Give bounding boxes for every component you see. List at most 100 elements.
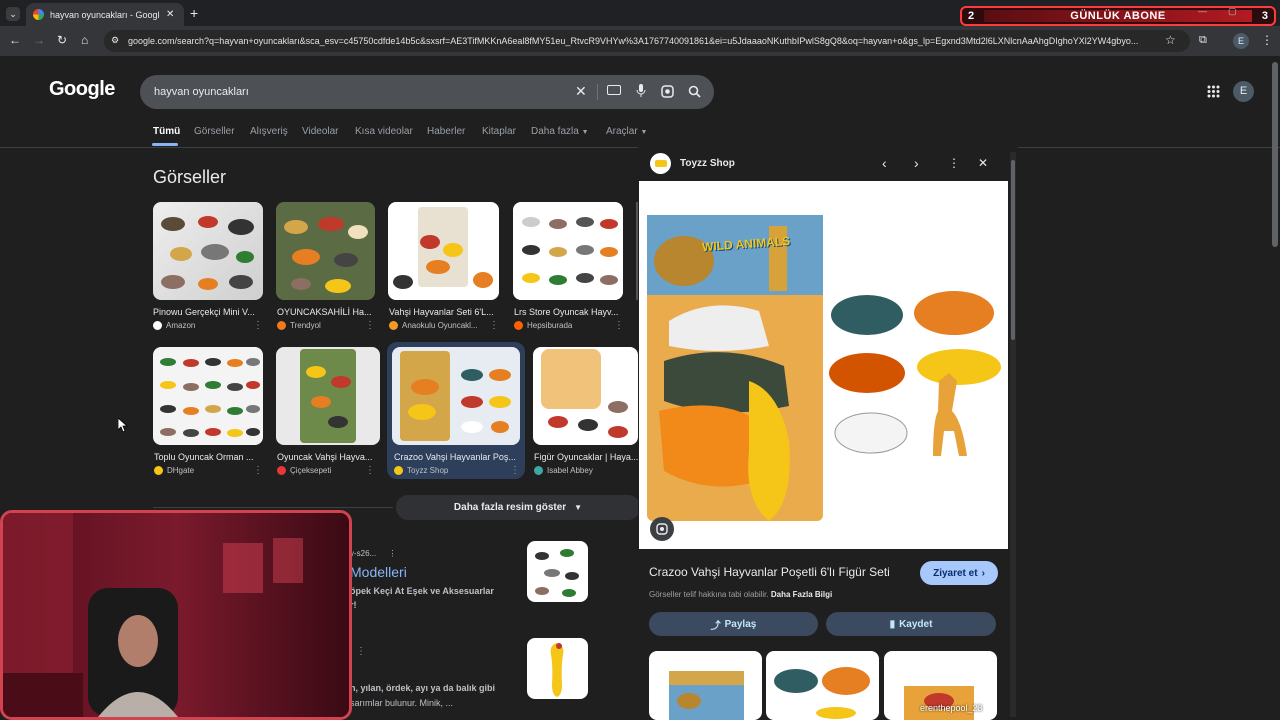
result-thumbnail[interactable]: [527, 541, 588, 602]
chevron-right-icon: ›: [981, 567, 985, 579]
browser-tab[interactable]: hayvan oyuncakları - Google'da ✕: [26, 3, 184, 26]
search-input[interactable]: hayvan oyuncakları: [140, 75, 714, 109]
reload-icon[interactable]: ↻: [57, 33, 67, 47]
home-icon[interactable]: ⌂: [81, 33, 88, 47]
microphone-icon[interactable]: [636, 84, 646, 98]
trendyol-icon: [277, 321, 286, 330]
previous-icon[interactable]: ‹: [882, 155, 887, 171]
more-options-icon[interactable]: ⋮: [253, 320, 263, 331]
image-result[interactable]: [276, 202, 375, 300]
tab-images[interactable]: Görseller: [194, 126, 235, 137]
search-icon[interactable]: [688, 85, 701, 98]
visit-button[interactable]: Ziyaret et ›: [920, 561, 998, 585]
page-scroll-thumb[interactable]: [1272, 62, 1278, 247]
image-source[interactable]: Trendyol: [277, 321, 363, 330]
image-result[interactable]: [276, 347, 380, 445]
extensions-icon[interactable]: ⧉: [1199, 34, 1207, 47]
minimize-icon[interactable]: —: [1198, 6, 1207, 16]
image-caption[interactable]: Oyuncak Vahşi Hayva...: [277, 452, 373, 462]
share-label: Paylaş: [724, 618, 757, 630]
tab-more[interactable]: Daha fazla ▼: [531, 126, 589, 137]
save-button[interactable]: ▮ Kaydet: [826, 612, 996, 636]
image-source[interactable]: Amazon: [153, 321, 253, 330]
image-source[interactable]: Hepsiburada: [514, 321, 610, 330]
more-options-icon[interactable]: ⋮: [614, 320, 624, 331]
show-more-images-button[interactable]: Daha fazla resim göster ▼: [396, 495, 640, 520]
image-result[interactable]: [533, 347, 638, 445]
more-info-link[interactable]: Daha Fazla Bilgi: [771, 590, 832, 599]
image-result[interactable]: [513, 202, 623, 300]
forward-icon[interactable]: →: [33, 33, 45, 47]
panel-source-name[interactable]: Toyzz Shop: [680, 158, 735, 169]
keyboard-icon[interactable]: [607, 85, 621, 95]
source-name: Çiçeksepeti: [290, 466, 332, 475]
image-caption[interactable]: Vahşi Hayvanlar Seti 6'L...: [389, 307, 497, 317]
image-source[interactable]: Isabel Abbey: [534, 466, 630, 475]
more-options-icon[interactable]: ⋮: [388, 549, 396, 558]
lens-search-icon[interactable]: [650, 517, 674, 541]
image-result[interactable]: [153, 347, 263, 445]
account-avatar[interactable]: E: [1233, 81, 1254, 102]
tab-search-button[interactable]: ⌄: [6, 7, 20, 21]
panel-scroll-thumb[interactable]: [1011, 160, 1015, 340]
site-info-icon[interactable]: ⚙: [111, 35, 119, 46]
panel-title[interactable]: Crazoo Vahşi Hayvanlar Poşetli 6'lı Figü…: [649, 565, 890, 579]
tab-shopping[interactable]: Alışveriş: [250, 126, 288, 137]
image-result[interactable]: [388, 202, 499, 300]
clear-search-icon[interactable]: ✕: [575, 83, 587, 100]
related-image[interactable]: [649, 651, 762, 720]
browser-menu-icon[interactable]: ⋮: [1261, 33, 1273, 47]
more-options-icon[interactable]: ⋮: [356, 646, 366, 657]
tab-tools-label: Araçlar: [606, 126, 638, 137]
image-source[interactable]: Çiçeksepeti: [277, 466, 363, 475]
bookmark-star-icon[interactable]: ☆: [1165, 33, 1176, 47]
image-source[interactable]: Anaokulu Oyuncakl...: [389, 321, 487, 330]
tab-news[interactable]: Haberler: [427, 126, 465, 137]
close-panel-icon[interactable]: ✕: [978, 156, 988, 170]
related-image[interactable]: [766, 651, 879, 720]
more-options-icon[interactable]: ⋮: [948, 156, 960, 170]
hepsiburada-icon: [514, 321, 523, 330]
new-tab-icon[interactable]: +: [190, 5, 198, 21]
image-caption[interactable]: Pinowu Gerçekçi Mini V...: [153, 307, 263, 317]
next-icon[interactable]: ›: [914, 155, 919, 171]
more-options-icon[interactable]: ⋮: [365, 465, 375, 476]
search-query: hayvan oyuncakları: [154, 86, 249, 98]
image-caption[interactable]: Toplu Oyuncak Orman ...: [154, 452, 262, 462]
more-options-icon[interactable]: ⋮: [253, 465, 263, 476]
more-options-icon[interactable]: ⋮: [510, 465, 520, 476]
more-options-icon[interactable]: ⋮: [365, 320, 375, 331]
tab-more-label: Daha fazla: [531, 126, 579, 137]
image-result[interactable]: [153, 202, 263, 300]
share-button[interactable]: ⤴ Paylaş: [649, 612, 818, 636]
result-title-link[interactable]: Modelleri: [350, 564, 407, 580]
maximize-icon[interactable]: ▢: [1228, 6, 1237, 17]
result-snippet: n, yılan, ördek, ayı ya da balık gibi: [350, 683, 496, 693]
copyright-text: Görseller telif hakkına tabi olabilir.: [649, 590, 769, 599]
image-source[interactable]: DHgate: [154, 466, 250, 475]
apps-grid-icon[interactable]: [1207, 85, 1220, 98]
tab-books[interactable]: Kitaplar: [482, 126, 516, 137]
result-thumbnail[interactable]: [527, 638, 588, 699]
image-caption[interactable]: OYUNCAKSAHİLİ Ha...: [277, 307, 373, 317]
image-caption[interactable]: Figür Oyuncaklar | Haya...: [534, 452, 638, 462]
lens-icon[interactable]: [661, 85, 674, 98]
overlay-right-count: 3: [1261, 10, 1268, 22]
tab-short-videos[interactable]: Kısa videolar: [355, 126, 413, 137]
tab-all[interactable]: Tümü: [153, 126, 180, 137]
source-name: Trendyol: [290, 321, 321, 330]
address-bar[interactable]: google.com/search?q=hayvan+oyuncakları&s…: [104, 30, 1190, 52]
close-tab-icon[interactable]: ✕: [166, 9, 174, 20]
image-source[interactable]: Toyzz Shop: [394, 466, 504, 475]
google-logo[interactable]: Google: [49, 78, 115, 101]
image-caption[interactable]: Crazoo Vahşi Hayvanlar Poş...: [394, 452, 518, 462]
tab-tools[interactable]: Araçlar ▼: [606, 126, 647, 137]
more-options-icon[interactable]: ⋮: [489, 320, 499, 331]
tab-videos[interactable]: Videolar: [302, 126, 339, 137]
bookmark-icon: ▮: [889, 618, 896, 630]
image-caption[interactable]: Lrs Store Oyuncak Hayv...: [514, 307, 622, 317]
preview-image[interactable]: [639, 181, 1008, 549]
image-result[interactable]: [392, 347, 520, 445]
back-icon[interactable]: ←: [9, 33, 21, 47]
profile-avatar[interactable]: E: [1233, 33, 1249, 49]
